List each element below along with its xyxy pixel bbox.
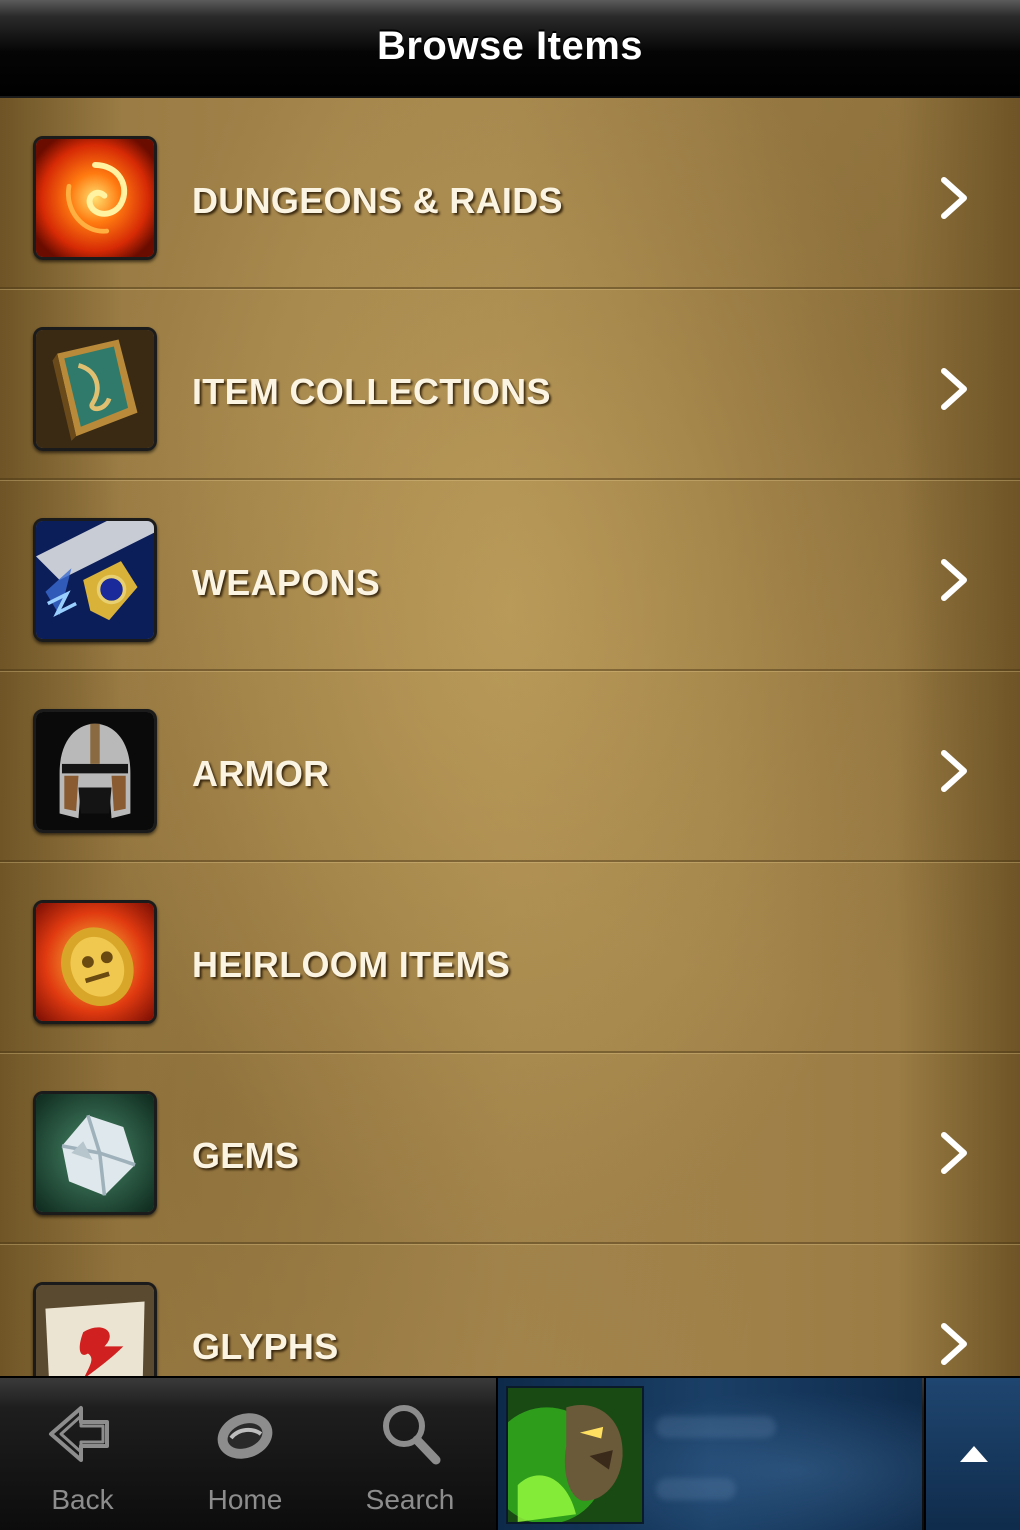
- book-icon: [33, 327, 157, 451]
- back-button[interactable]: Back: [0, 1378, 165, 1530]
- character-name-placeholder: [656, 1416, 776, 1438]
- bottom-toolbar: Back Home Search: [0, 1376, 1020, 1530]
- character-portrait-icon: [506, 1386, 644, 1524]
- list-item-label: ITEM COLLECTIONS: [192, 371, 551, 412]
- gem-icon: [33, 1091, 157, 1215]
- list-item-label: WEAPONS: [192, 562, 381, 603]
- list-item-label: ARMOR: [192, 753, 330, 794]
- list-item-label: GLYPHS: [192, 1326, 339, 1367]
- character-panel[interactable]: [496, 1378, 922, 1530]
- chevron-right-icon: [936, 1131, 972, 1175]
- list-item-item-collections[interactable]: ITEM COLLECTIONS: [0, 289, 1020, 480]
- back-arrow-icon: [47, 1398, 119, 1470]
- golden-shield-icon: [33, 900, 157, 1024]
- page-title: Browse Items: [376, 24, 644, 68]
- triangle-up-icon: [960, 1446, 988, 1462]
- list-item-glyphs[interactable]: GLYPHS: [0, 1244, 1020, 1376]
- chevron-right-icon: [936, 558, 972, 602]
- helmet-icon: [33, 709, 157, 833]
- character-detail-placeholder: [656, 1478, 736, 1500]
- list-item-heirloom-items[interactable]: HEIRLOOM ITEMS: [0, 862, 1020, 1053]
- list-item-dungeons-raids[interactable]: DUNGEONS & RAIDS: [0, 98, 1020, 289]
- navigation-bar: Browse Items: [0, 0, 1020, 98]
- chevron-right-icon: [936, 176, 972, 220]
- list-item-label: GEMS: [192, 1135, 300, 1176]
- home-emblem-icon: [209, 1398, 281, 1470]
- search-icon: [374, 1398, 446, 1470]
- chevron-right-icon: [936, 367, 972, 411]
- list-item-label: HEIRLOOM ITEMS: [192, 944, 511, 985]
- sword-icon: [33, 518, 157, 642]
- home-button[interactable]: Home: [165, 1378, 325, 1530]
- expand-button[interactable]: [924, 1378, 1020, 1530]
- home-label: Home: [207, 1484, 283, 1515]
- fire-vortex-icon: [33, 136, 157, 260]
- scroll-glyph-icon: [33, 1282, 157, 1376]
- list-item-gems[interactable]: GEMS: [0, 1053, 1020, 1244]
- browse-items-screen: Browse Items DUNGEONS & RAIDS ITEM COLLE…: [0, 0, 1020, 1530]
- back-label: Back: [51, 1484, 114, 1515]
- chevron-right-icon: [936, 749, 972, 793]
- chevron-right-icon: [936, 1322, 972, 1366]
- search-label: Search: [365, 1484, 455, 1515]
- category-list: DUNGEONS & RAIDS ITEM COLLECTIONS WEAPON…: [0, 98, 1020, 1376]
- search-button[interactable]: Search: [325, 1378, 495, 1530]
- list-item-armor[interactable]: ARMOR: [0, 671, 1020, 862]
- list-item-label: DUNGEONS & RAIDS: [192, 180, 563, 221]
- list-item-weapons[interactable]: WEAPONS: [0, 480, 1020, 671]
